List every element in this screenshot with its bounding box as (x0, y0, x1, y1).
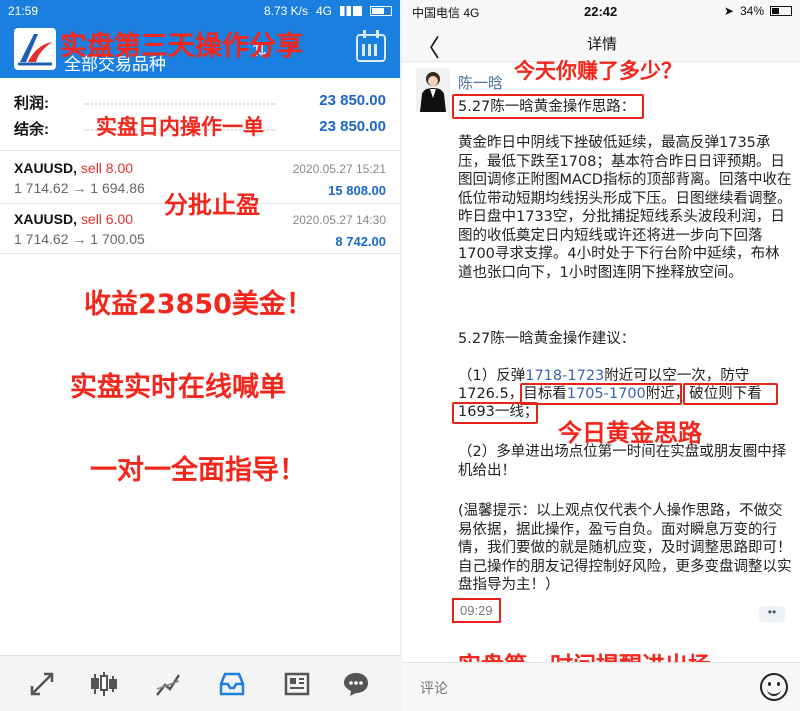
emoji-icon[interactable] (760, 673, 788, 701)
bottom-nav (0, 655, 400, 711)
wechat-moment-detail-panel: 中国电信 4G 22:42 ➤ 34% 〈 详情 陈一晗 今天你赚了多少？ 5.… (400, 0, 800, 711)
highlight-box (520, 383, 682, 405)
more-actions-button[interactable]: •• (759, 606, 785, 622)
overlay-guide: 一对一全面指导！ (90, 455, 306, 486)
profit-value: 23 850.00 (319, 92, 386, 109)
network-speed: 8.73 K/s (263, 4, 308, 18)
ios-status-bar: 中国电信 4G 22:42 ➤ 34% (402, 0, 800, 22)
balance-value: 23 850.00 (319, 118, 386, 135)
status-right-group: ➤ 34% (724, 4, 792, 18)
post-tip: (温馨提示：以上观点仅代表个人操作思路，不做交易依据，据此操作，盈亏自负。面对瞬… (458, 503, 792, 593)
divider (0, 253, 400, 254)
profit-label: 利润: (14, 95, 49, 112)
order-profit: 15 808.00 (328, 183, 386, 198)
overlay-title: 实盘第三天操作分享 (60, 31, 303, 62)
status-time: 22:42 (584, 4, 618, 19)
divider (0, 150, 400, 151)
order-prices: 1 714.62 → 1 700.05 (14, 231, 145, 247)
history-inbox-icon[interactable] (218, 670, 246, 698)
line-chart-icon[interactable] (154, 670, 182, 698)
android-status-bar: 21:59 8.73 K/s 4G (0, 0, 400, 22)
status-carrier: 中国电信 4G (412, 6, 480, 20)
status-time: 21:59 (8, 4, 39, 18)
mt4-app-panel: 21:59 8.73 K/s 4G 全部交易品种 ⇅ 实盘第三天操作分享 利润:… (0, 0, 400, 711)
dotted-leader (84, 103, 276, 105)
overlay-question: 今天你赚了多少？ (514, 59, 682, 83)
author-name[interactable]: 陈一晗 (458, 72, 503, 93)
post-body: 黄金昨日中阴线下挫破低延续，最高反弹1735承压，最低下跌至1708；基本符合昨… (458, 135, 792, 281)
avatar[interactable] (416, 68, 450, 112)
status-right-group: 8.73 K/s 4G (264, 4, 392, 18)
balance-label: 结余: (14, 121, 49, 138)
highlight-box (452, 402, 538, 424)
comment-input[interactable] (412, 673, 752, 703)
order-profit: 8 742.00 (335, 234, 386, 249)
order-prices: 1 714.62 → 1 694.86 (14, 180, 145, 196)
candlestick-icon[interactable] (90, 670, 118, 698)
trade-arrows-icon[interactable] (28, 670, 56, 698)
overlay-partial: 分批止盈 (164, 191, 260, 219)
order-symbol: XAUUSD, sell 6.00 (14, 211, 134, 227)
network-type: 4G (463, 6, 480, 20)
overlay-income: 收益23850美金！ (84, 289, 313, 320)
order-date: 2020.05.27 14:30 (292, 213, 386, 227)
signal-icon (340, 6, 362, 16)
post-time: 09:29 (452, 598, 501, 623)
battery-icon (370, 6, 392, 16)
highlight-box (683, 383, 778, 405)
overlay-live: 实盘实时在线喊单 (70, 372, 286, 403)
calendar-icon[interactable] (356, 30, 386, 62)
battery-icon (770, 6, 792, 16)
overlay-intraday: 实盘日内操作一单 (96, 115, 264, 139)
order-symbol: XAUUSD, sell 8.00 (14, 160, 134, 176)
price-range-link[interactable]: 1718-1723 (525, 368, 604, 384)
news-icon[interactable] (283, 670, 311, 698)
order-side: sell 6.00 (80, 211, 134, 227)
location-icon: ➤ (723, 4, 734, 18)
broker-logo-icon[interactable] (14, 28, 56, 70)
chat-icon[interactable] (342, 670, 370, 698)
page-title: 详情 (586, 36, 617, 53)
network-type: 4G (315, 4, 332, 18)
post-heading-2: 5.27陈一晗黄金操作建议： (458, 331, 636, 347)
battery-percent: 34% (739, 4, 764, 18)
order-side: sell 8.00 (80, 160, 134, 176)
post-advice-2: （2）多单进出场点位第一时间在实盘或朋友圈中择机给出！ (458, 444, 787, 479)
highlight-box (452, 94, 644, 119)
comment-bar (402, 662, 800, 711)
order-date: 2020.05.27 15:21 (292, 162, 386, 176)
